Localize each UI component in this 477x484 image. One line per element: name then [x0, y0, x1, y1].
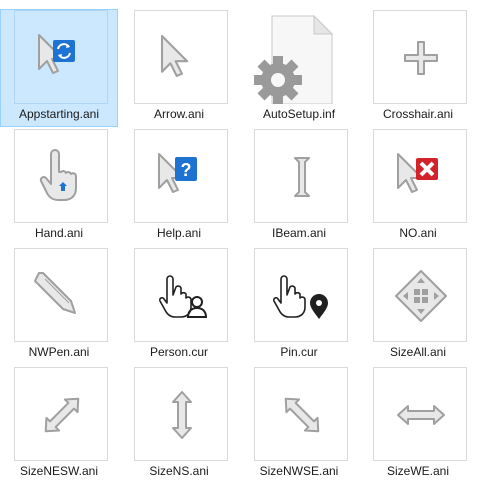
hand-cursor-icon: [39, 149, 77, 201]
file-item[interactable]: SizeNS.ani: [120, 366, 238, 484]
size-all-cursor-icon: [395, 270, 447, 322]
pin-cursor-icon: [272, 275, 328, 319]
file-thumbnail[interactable]: [373, 248, 467, 342]
file-item[interactable]: NO.ani: [359, 128, 477, 246]
file-name-label: NWPen.ani: [28, 345, 90, 359]
file-thumbnail[interactable]: [14, 129, 108, 223]
file-thumbnail[interactable]: [254, 248, 348, 342]
file-thumbnail[interactable]: [134, 10, 228, 104]
file-thumbnail[interactable]: [134, 367, 228, 461]
ibeam-cursor-icon: [294, 157, 310, 197]
setup-gear-file-icon: [254, 14, 334, 104]
file-name-label: AutoSetup.inf: [262, 107, 336, 121]
file-item[interactable]: SizeAll.ani: [359, 247, 477, 365]
file-item[interactable]: IBeam.ani: [240, 128, 358, 246]
file-item[interactable]: Arrow.ani: [120, 9, 238, 127]
file-item[interactable]: SizeWE.ani: [359, 366, 477, 484]
file-item[interactable]: Appstarting.ani: [0, 9, 118, 127]
file-thumbnail[interactable]: [373, 129, 467, 223]
file-name-label: Person.cur: [149, 345, 209, 359]
file-item[interactable]: Person.cur: [120, 247, 238, 365]
file-name-label: Appstarting.ani: [18, 107, 100, 121]
file-name-label: Crosshair.ani: [382, 107, 454, 121]
file-name-label: SizeNWSE.ani: [259, 464, 339, 478]
file-name-label: NO.ani: [399, 226, 437, 240]
size-we-cursor-icon: [397, 405, 445, 425]
file-thumbnail[interactable]: [254, 367, 348, 461]
file-item[interactable]: Hand.ani: [0, 128, 118, 246]
file-thumbnail[interactable]: [373, 367, 467, 461]
file-grid: Appstarting.ani Arrow.ani AutoSetup.inf Cr…: [0, 0, 477, 482]
file-thumbnail[interactable]: ?: [134, 129, 228, 223]
pen-cursor-icon: [34, 272, 76, 314]
svg-text:?: ?: [181, 160, 192, 180]
file-name-label: SizeNESW.ani: [19, 464, 99, 478]
file-thumbnail[interactable]: [14, 367, 108, 461]
file-item[interactable]: NWPen.ani: [0, 247, 118, 365]
file-name-label: Pin.cur: [280, 345, 318, 359]
help-cursor-icon: ?: [158, 153, 197, 193]
file-thumbnail[interactable]: [254, 10, 348, 104]
file-name-label: SizeWE.ani: [386, 464, 450, 478]
file-item[interactable]: Pin.cur: [240, 247, 358, 365]
size-nwse-cursor-icon: [284, 397, 320, 433]
file-name-label: Help.ani: [156, 226, 202, 240]
file-thumbnail[interactable]: [14, 248, 108, 342]
file-thumbnail[interactable]: [14, 10, 108, 104]
size-nesw-cursor-icon: [44, 397, 80, 433]
no-cursor-icon: [397, 153, 438, 193]
file-item[interactable]: ? Help.ani: [120, 128, 238, 246]
file-item[interactable]: SizeNESW.ani: [0, 366, 118, 484]
file-name-label: Arrow.ani: [153, 107, 205, 121]
file-name-label: SizeNS.ani: [149, 464, 209, 478]
arrow-cursor-icon: [160, 34, 189, 77]
crosshair-cursor-icon: [404, 41, 438, 75]
file-item[interactable]: Crosshair.ani: [359, 9, 477, 127]
size-ns-cursor-icon: [172, 391, 192, 439]
file-item[interactable]: AutoSetup.inf: [240, 9, 358, 127]
file-thumbnail[interactable]: [373, 10, 467, 104]
file-name-label: Hand.ani: [34, 226, 84, 240]
appstarting-cursor-icon: [38, 34, 75, 74]
file-thumbnail[interactable]: [134, 248, 228, 342]
file-name-label: IBeam.ani: [271, 226, 327, 240]
person-cursor-icon: [158, 275, 208, 318]
file-name-label: SizeAll.ani: [389, 345, 447, 359]
file-item[interactable]: SizeNWSE.ani: [240, 366, 358, 484]
file-thumbnail[interactable]: [254, 129, 348, 223]
